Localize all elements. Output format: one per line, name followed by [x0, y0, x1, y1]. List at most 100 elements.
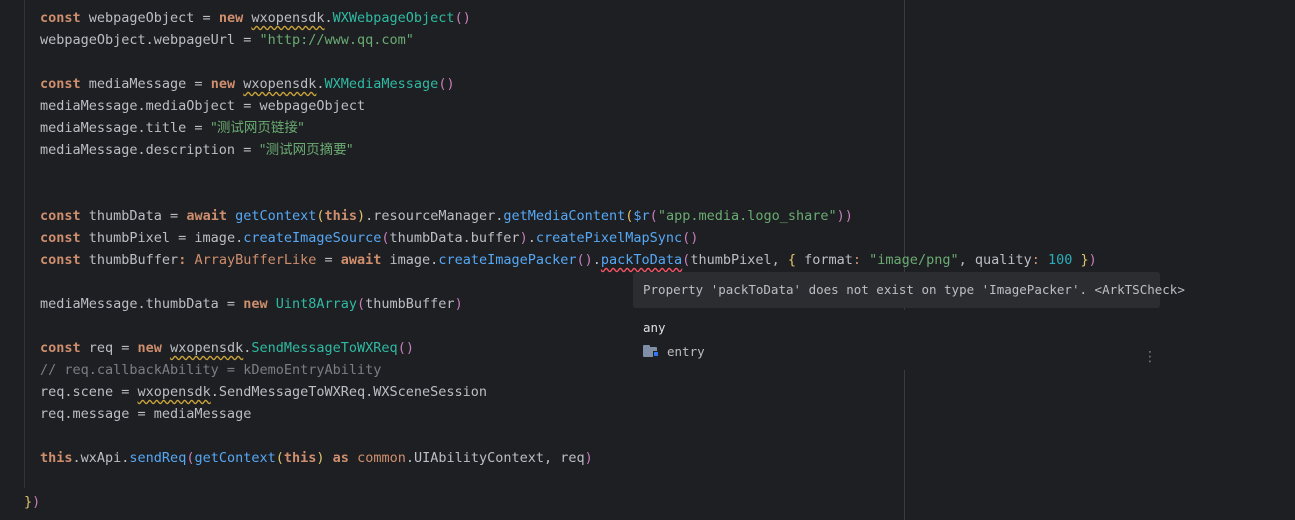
- code-line-2[interactable]: webpageObject.webpageUrl = "http://www.q…: [40, 29, 414, 51]
- paren: (: [275, 450, 284, 466]
- code-text: .: [527, 230, 536, 246]
- module-folder-icon: [643, 345, 659, 357]
- code-text: image.: [381, 252, 439, 268]
- class-name: Uint8Array: [275, 296, 358, 312]
- number-literal: 100: [1048, 252, 1073, 268]
- paren: (: [357, 296, 366, 312]
- string-literal: "测试网页链接": [210, 120, 305, 136]
- code-line-23[interactable]: }): [24, 491, 40, 513]
- brace: }: [1072, 252, 1089, 268]
- paren: ): [519, 230, 528, 246]
- code-line-6[interactable]: mediaMessage.title = "测试网页链接": [40, 117, 304, 139]
- code-text: mediaMessage.title =: [40, 120, 211, 136]
- code-text: .: [316, 76, 325, 92]
- class-name: WXMediaMessage: [324, 76, 439, 92]
- code-editor[interactable]: const webpageObject = new wxopensdk.WXWe…: [0, 0, 1295, 520]
- namespace: wxopensdk: [170, 340, 244, 356]
- code-text: .: [592, 252, 601, 268]
- keyword: new: [210, 76, 236, 92]
- code-line-16[interactable]: const req = new wxopensdk.SendMessageToW…: [40, 337, 414, 359]
- code-text: mediaMessage.description =: [40, 142, 260, 158]
- code-line-17[interactable]: // req.callbackAbility = kDemoEntryAbili…: [40, 359, 381, 381]
- colon: :: [852, 252, 870, 268]
- error-function-name[interactable]: packToData: [601, 252, 682, 268]
- code-line-5[interactable]: mediaMessage.mediaObject = webpageObject: [40, 95, 365, 117]
- code-line-18[interactable]: req.scene = wxopensdk.SendMessageToWXReq…: [40, 381, 487, 403]
- code-text: req =: [80, 340, 138, 356]
- function-name: sendReq: [129, 450, 187, 466]
- code-line-12[interactable]: const thumbBuffer: ArrayBufferLike = awa…: [40, 249, 1097, 271]
- function-name: getContext: [235, 208, 317, 224]
- keyword: const: [40, 252, 81, 268]
- code-text: mediaMessage.thumbData =: [40, 296, 244, 312]
- function-name: createImageSource: [243, 230, 382, 246]
- code-text: .resourceManager.: [365, 208, 504, 224]
- error-message: Property 'packToData' does not exist on …: [643, 282, 1185, 297]
- function-name: createImagePacker: [438, 252, 577, 268]
- paren: ): [357, 208, 366, 224]
- module-name: entry: [667, 343, 705, 359]
- keyword: this: [40, 450, 73, 466]
- keyword: await: [186, 208, 227, 224]
- inferred-type: any: [643, 320, 666, 335]
- code-line-14[interactable]: mediaMessage.thumbData = new Uint8Array(…: [40, 293, 463, 315]
- keyword: this: [324, 208, 358, 224]
- code-text: thumbData.buffer: [389, 230, 520, 246]
- keyword: new: [137, 340, 162, 356]
- code-line-10[interactable]: const thumbData = await getContext(this)…: [40, 205, 853, 227]
- code-text: mediaMessage.mediaObject = webpageObject: [40, 98, 366, 114]
- function-name: createPixelMapSync: [535, 230, 683, 246]
- code-line-11[interactable]: const thumbPixel = image.createImageSour…: [40, 227, 698, 249]
- code-text: webpageObject.webpageUrl =: [40, 32, 260, 48]
- code-line-21[interactable]: this.wxApi.sendReq(getContext(this) as c…: [40, 447, 593, 469]
- keyword: const: [40, 76, 81, 92]
- module-info[interactable]: entry: [643, 342, 705, 360]
- parens: (): [397, 340, 414, 356]
- quick-doc-popup: any entry: [633, 310, 1173, 370]
- type-name: ArrayBufferLike: [194, 252, 317, 268]
- more-options-icon[interactable]: ⋮: [1143, 350, 1157, 364]
- class-name: WXWebpageObject: [332, 10, 455, 26]
- paren: ): [584, 450, 593, 466]
- code-line-19[interactable]: req.message = mediaMessage: [40, 403, 251, 425]
- code-line-1[interactable]: const webpageObject = new wxopensdk.WXWe…: [40, 7, 471, 29]
- brace: {: [787, 252, 796, 268]
- string-literal: "image/png": [869, 252, 959, 268]
- brace: }: [24, 494, 33, 510]
- parens: (): [576, 252, 593, 268]
- code-text: , quality: [958, 252, 1032, 268]
- code-line-4[interactable]: const mediaMessage = new wxopensdk.WXMed…: [40, 73, 455, 95]
- function-name: $r: [633, 208, 650, 224]
- paren: (: [649, 208, 658, 224]
- code-text: mediaMessage =: [80, 76, 211, 92]
- keyword: const: [40, 10, 81, 26]
- code-text: thumbPixel = image.: [80, 230, 244, 246]
- function-name: getContext: [194, 450, 276, 466]
- keyword: new: [218, 10, 244, 26]
- parens: (): [682, 230, 699, 246]
- namespace: wxopensdk: [137, 384, 211, 400]
- type-colon: :: [178, 252, 195, 268]
- keyword: const: [40, 340, 81, 356]
- indent-guide: [24, 0, 25, 488]
- code-text: .wxApi.: [72, 450, 130, 466]
- colon: :: [1031, 252, 1048, 268]
- paren: (: [381, 230, 390, 246]
- namespace: common: [357, 450, 406, 466]
- paren: (: [316, 208, 325, 224]
- code-text: thumbData =: [80, 208, 187, 224]
- code-line-7[interactable]: mediaMessage.description = "测试网页摘要": [40, 139, 353, 161]
- function-name: getMediaContent: [503, 208, 626, 224]
- paren: ): [454, 296, 463, 312]
- string-literal: "http://www.qq.com": [259, 32, 414, 48]
- paren: ): [32, 494, 41, 510]
- namespace: wxopensdk: [243, 76, 317, 92]
- paren: ): [1088, 252, 1097, 268]
- keyword: const: [40, 208, 81, 224]
- string-literal: "测试网页摘要": [259, 142, 353, 158]
- parens: (): [438, 76, 455, 92]
- code-text: .SendMessageToWXReq.WXSceneSession: [210, 384, 488, 400]
- code-text: thumbBuffer: [365, 296, 455, 312]
- class-name: SendMessageToWXReq: [251, 340, 398, 356]
- code-text: =: [316, 252, 341, 268]
